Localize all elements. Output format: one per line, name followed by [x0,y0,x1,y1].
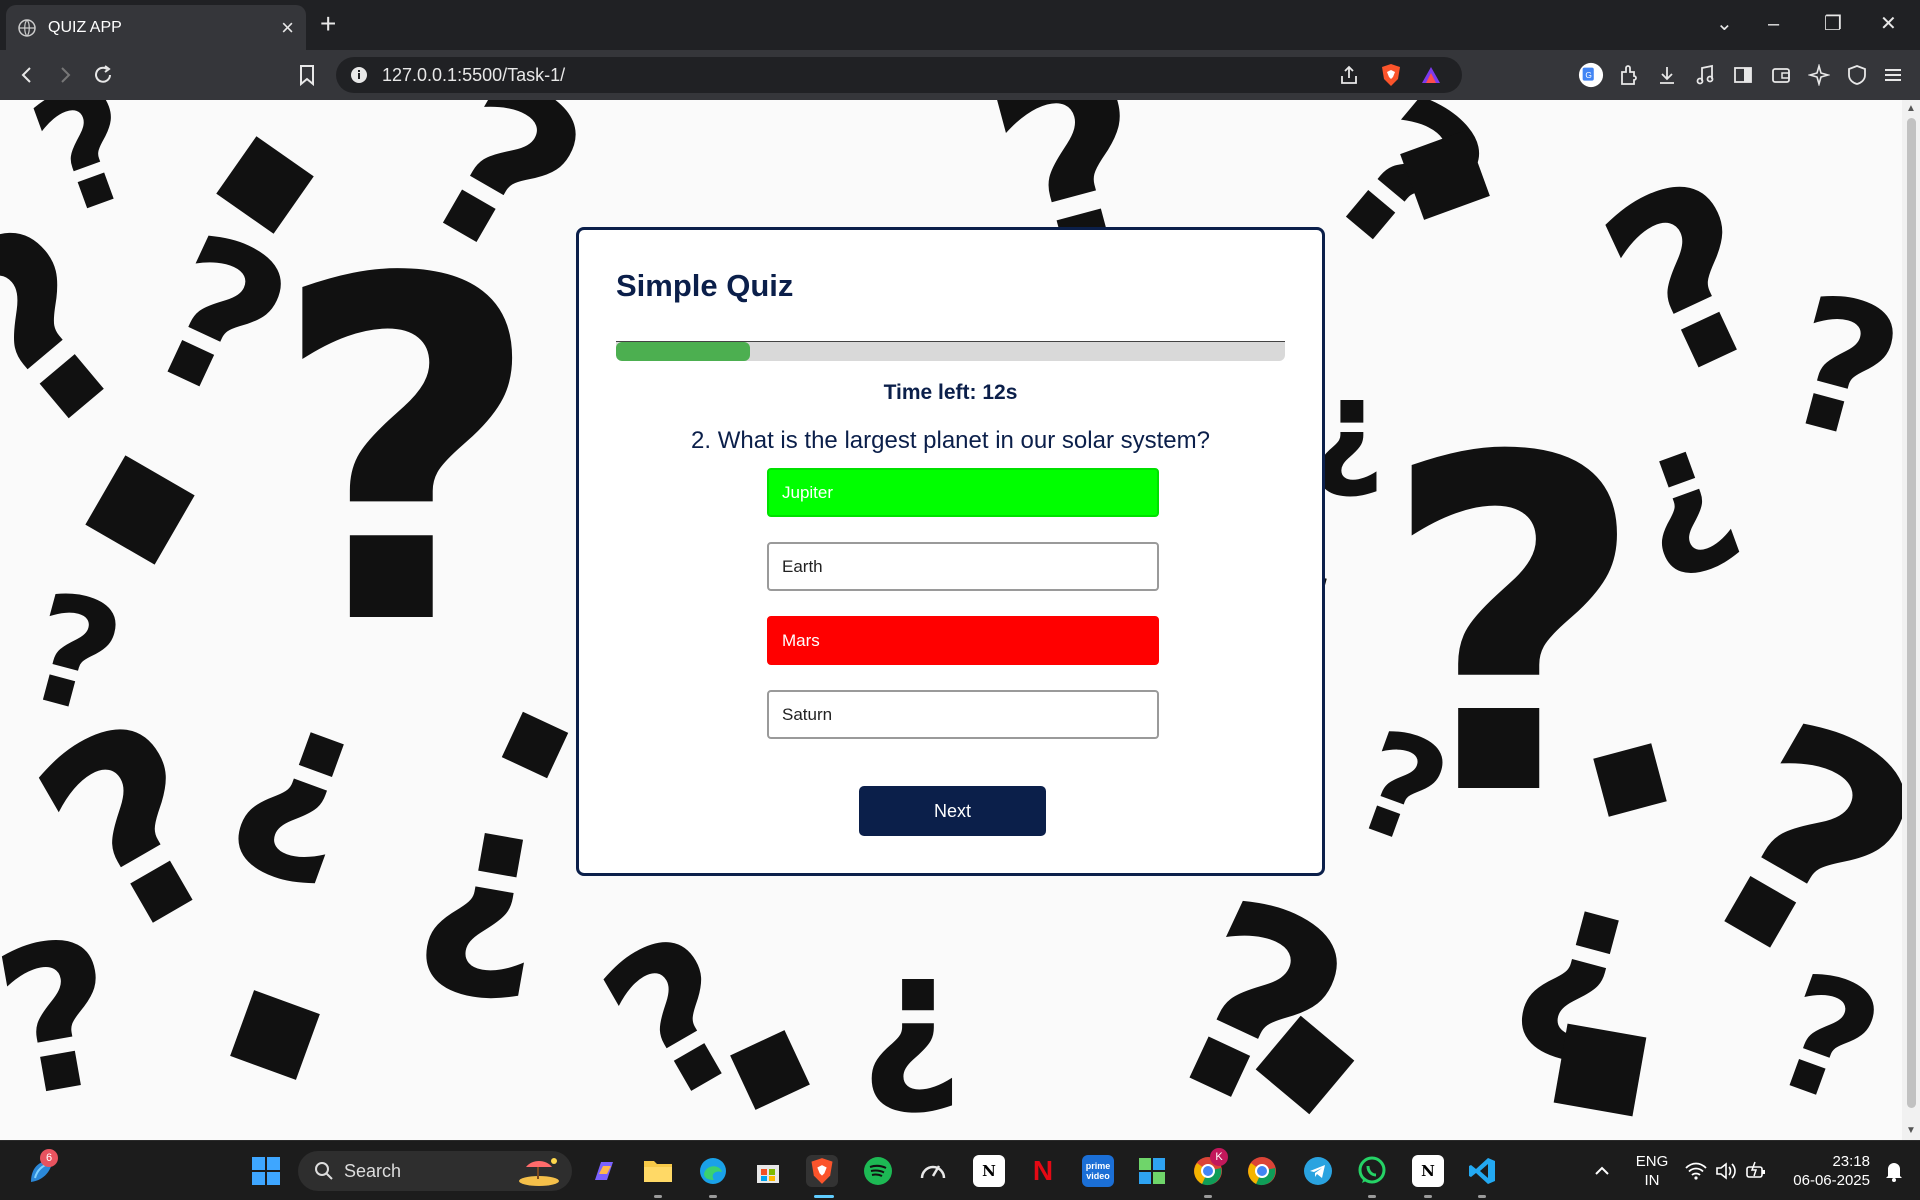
next-button[interactable]: Next [859,786,1046,836]
widgets-badge: 6 [40,1149,58,1167]
vscode-icon[interactable] [1466,1155,1498,1187]
question-text: 2. What is the largest planet in our sol… [691,427,1210,454]
language-region: IN [1644,1172,1660,1189]
brave-browser-icon[interactable] [806,1155,838,1187]
windows-taskbar: 6 Search N N prime video K N ENG IN 23:1… [0,1140,1920,1200]
language-code: ENG [1635,1153,1669,1170]
restore-button[interactable]: ❐ [1824,10,1842,38]
progress-bar-fill [616,342,750,361]
google-translate-icon[interactable]: G [1578,62,1604,88]
forward-icon[interactable] [52,62,78,88]
tab-quiz-app[interactable]: QUIZ APP × [6,5,306,50]
battery-charging-icon[interactable] [1740,1155,1772,1187]
running-indicator [1478,1195,1486,1198]
vpn-shield-icon[interactable] [1844,62,1870,88]
wallet-icon[interactable] [1768,62,1794,88]
search-icon [315,1162,333,1180]
answer-option-jupiter[interactable]: Jupiter [767,468,1159,517]
page-viewport: ? ? ? ? ? ? ? ? ? ? ? ? ? ? ? ? ? ? ? ? … [0,100,1902,1140]
taskbar-search[interactable]: Search [298,1151,572,1191]
quiz-card: Simple Quiz Time left: 12s 2. What is th… [576,227,1325,876]
answer-option-saturn[interactable]: Saturn [767,690,1159,739]
extensions-icon[interactable] [1616,62,1642,88]
reload-icon[interactable] [90,62,116,88]
quiz-title: Simple Quiz [616,268,794,303]
url-text: 127.0.0.1:5500/Task-1/ [382,64,566,85]
notification-bell-icon[interactable] [1878,1155,1910,1187]
media-music-icon[interactable] [1692,62,1718,88]
svg-text:G: G [1585,70,1592,80]
active-app-indicator [814,1195,834,1198]
prime-video-icon[interactable]: prime video [1082,1155,1114,1187]
edge-browser-icon[interactable] [697,1155,729,1187]
notion-icon[interactable]: N [973,1155,1005,1187]
whatsapp-icon[interactable] [1356,1155,1388,1187]
scrollbar-thumb[interactable] [1907,118,1916,1108]
copilot-icon[interactable] [588,1155,620,1187]
tab-title: QUIZ APP [48,18,122,36]
answer-option-mars[interactable]: Mars [767,616,1159,665]
time-left-label: Time left: 12s [883,381,1018,404]
grid-app-icon[interactable] [1136,1155,1168,1187]
scroll-up-arrow-icon[interactable]: ▲ [1906,104,1916,114]
address-bar[interactable]: 127.0.0.1:5500/Task-1/ [336,57,1462,93]
minimize-button[interactable]: – [1768,10,1779,38]
close-window-button[interactable]: ✕ [1880,10,1897,38]
download-icon[interactable] [1654,62,1680,88]
running-indicator [1204,1195,1212,1198]
chrome-profile-badge: K [1210,1148,1228,1166]
volume-icon[interactable] [1710,1155,1742,1187]
input-language[interactable]: ENG IN [1632,1152,1672,1190]
back-icon[interactable] [14,62,40,88]
spotify-icon[interactable] [862,1155,894,1187]
clock[interactable]: 23:18 06-06-2025 [1780,1152,1870,1190]
chrome-icon[interactable] [1246,1155,1278,1187]
browser-toolbar: 127.0.0.1:5500/Task-1/ G [0,50,1920,100]
new-tab-button[interactable]: + [320,10,336,38]
running-indicator [1424,1195,1432,1198]
telegram-icon[interactable] [1302,1155,1334,1187]
file-explorer-icon[interactable] [642,1155,674,1187]
clock-date: 06-06-2025 [1793,1172,1870,1189]
wifi-icon[interactable] [1680,1155,1712,1187]
netflix-icon[interactable]: N [1027,1155,1059,1187]
globe-icon [18,18,36,37]
page-scrollbar[interactable]: ▲ ▼ [1902,100,1920,1140]
windows-start-icon[interactable] [250,1155,282,1187]
brave-shields-icon[interactable] [1380,63,1402,87]
answer-option-earth[interactable]: Earth [767,542,1159,591]
speedometer-app-icon[interactable] [917,1155,949,1187]
leo-ai-icon[interactable] [1806,62,1832,88]
running-indicator [709,1195,717,1198]
close-tab-icon[interactable]: × [281,16,294,39]
notion-app-icon[interactable]: N [1412,1155,1444,1187]
clock-time: 23:18 [1832,1153,1870,1170]
menu-icon[interactable] [1880,62,1906,88]
microsoft-store-icon[interactable] [752,1155,784,1187]
progress-bar [616,341,1285,361]
running-indicator [1368,1195,1376,1198]
site-info-icon[interactable] [350,66,368,84]
search-highlight-beach-icon [519,1158,559,1186]
sidebar-icon[interactable] [1730,62,1756,88]
search-label: Search [344,1160,402,1181]
running-indicator [654,1195,662,1198]
brave-rewards-icon[interactable] [1420,64,1442,86]
show-hidden-icons-chevron-icon[interactable] [1586,1155,1618,1187]
share-icon[interactable] [1338,64,1360,86]
tab-search-chevron-icon[interactable]: ⌄ [1716,10,1733,38]
scroll-down-arrow-icon[interactable]: ▼ [1906,1126,1916,1136]
bookmark-icon[interactable] [294,62,320,88]
browser-tab-strip: QUIZ APP × + ⌄ – ❐ ✕ [0,0,1920,50]
